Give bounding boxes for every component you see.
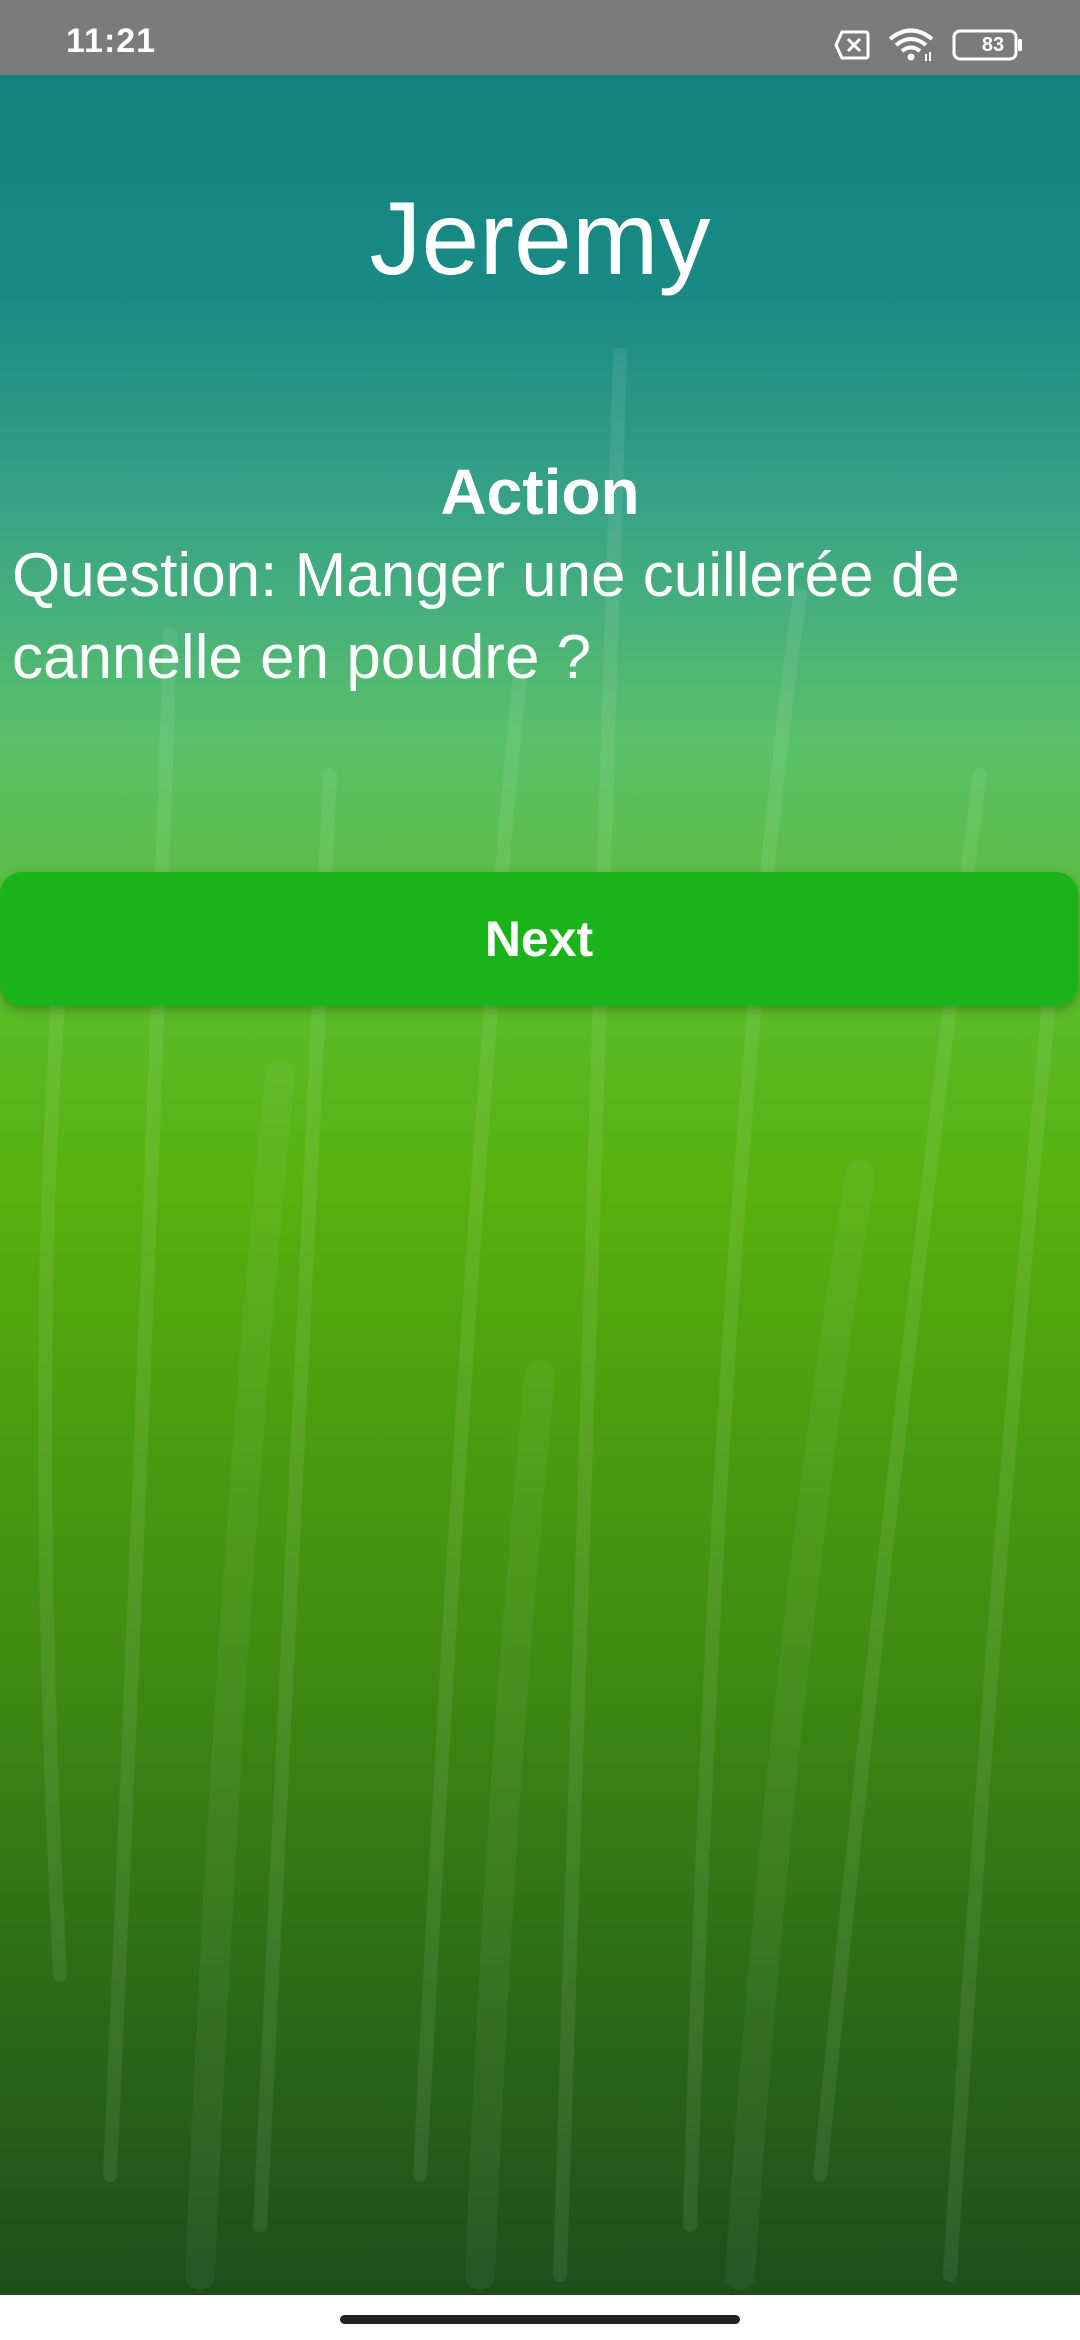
grass-background-image [38, 348, 1067, 2290]
game-screen: 11:21 83 Jeremy Action Question: Manger … [0, 0, 1080, 2340]
navigation-bar [0, 2295, 1080, 2340]
battery-level: 83 [981, 34, 1005, 56]
game-background: Jeremy Action Question: Manger une cuill… [0, 75, 1080, 2295]
player-name: Jeremy [369, 181, 711, 297]
status-bar: 11:21 83 [0, 0, 1080, 75]
question-type: Action [440, 456, 640, 528]
next-button[interactable]: Next [0, 872, 1078, 1006]
status-icons: 83 [834, 28, 1024, 62]
home-indicator[interactable] [340, 2315, 740, 2324]
status-time: 11:21 [66, 22, 157, 60]
battery-icon: 83 [952, 29, 1024, 61]
sim-off-icon [834, 30, 870, 60]
question-text: Question: Manger une cuillerée de cannel… [12, 541, 960, 692]
wifi-icon [888, 28, 934, 62]
